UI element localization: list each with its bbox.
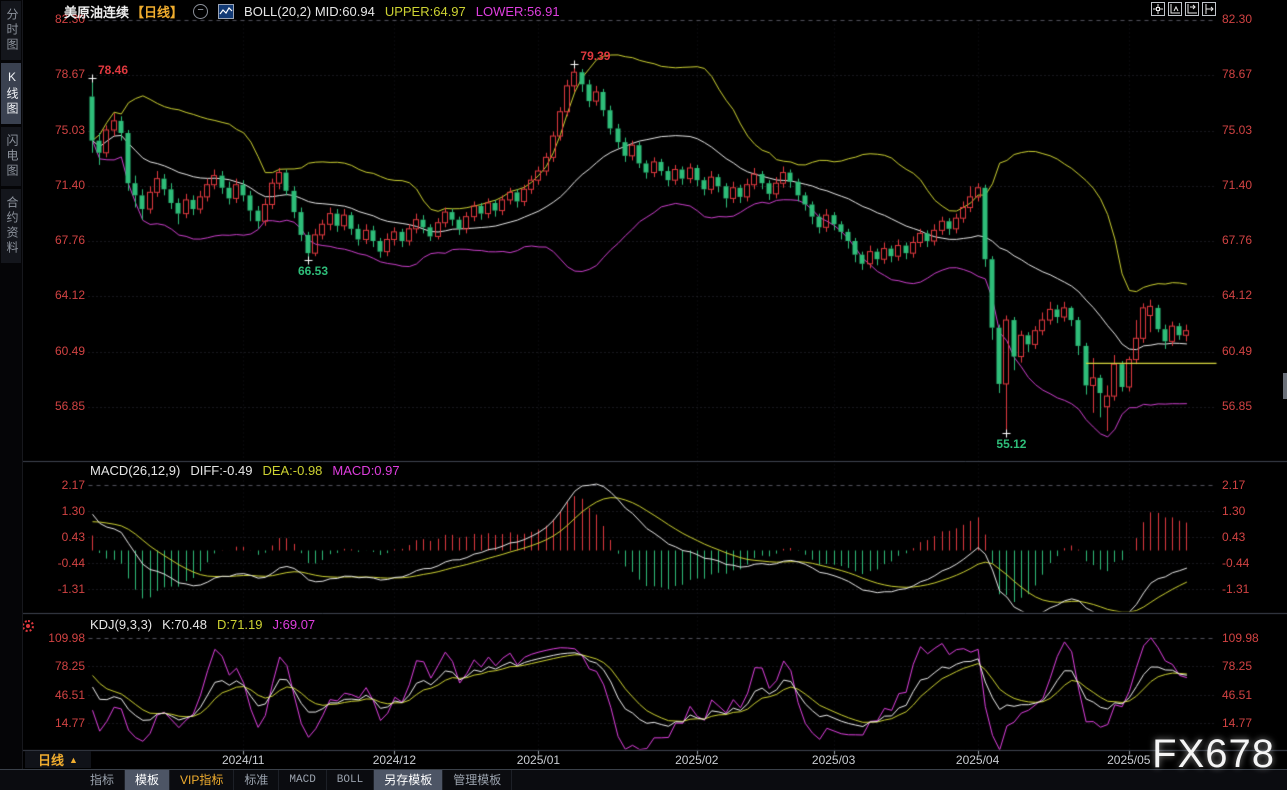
kdj-j-value: J:69.07 [273,617,316,632]
pan-right-icon[interactable] [1202,2,1216,16]
price-axis-label: 64.12 [1222,288,1252,302]
macd-axis-label: -1.31 [1222,582,1249,596]
date-label: 2024/12 [373,753,416,767]
annotation-label: 55.12 [996,437,1026,451]
kdj-axis-label: 46.51 [1222,688,1252,702]
tab-standard[interactable]: 标准 [234,770,279,790]
scrollbar-thumb[interactable] [1283,373,1287,399]
annotation-label: 66.53 [298,264,328,278]
main-chart-header: 美原油连续 【日线】 − BOLL(20,2) MID:60.94 UPPER:… [64,2,570,21]
macd-dea-value: DEA:-0.98 [262,463,322,478]
date-label: 2025/03 [812,753,855,767]
date-label: 2025/05 [1107,753,1150,767]
axis-zoom-in-icon[interactable] [1168,2,1182,16]
kdj-k-value: K:70.48 [162,617,207,632]
kdj-axis-label: 109.98 [1222,631,1259,645]
tab-save-template[interactable]: 另存模板 [374,770,443,790]
price-axis-label: 71.40 [1222,178,1252,192]
price-axis-label: 75.03 [1222,123,1252,137]
price-axis-label: 56.85 [1222,399,1252,413]
macd-header: MACD(26,12,9) DIFF:-0.49 DEA:-0.98 MACD:… [90,463,410,478]
macd-axis-label: 2.17 [1222,478,1245,492]
macd-bar-value: MACD:0.97 [332,463,399,478]
kdj-header: KDJ(9,3,3) K:70.48 D:71.19 J:69.07 [90,617,325,632]
annotation-label: 79.39 [580,49,610,63]
chart-toolbar [1151,2,1216,16]
tab-macd[interactable]: MACD [279,770,326,790]
macd-axis-label: -0.44 [1222,556,1249,570]
macd-axis-label: 1.30 [1222,504,1245,518]
sidebar-item-flash-chart[interactable]: 闪电图 [1,127,21,186]
date-label: 2025/02 [675,753,718,767]
tab-indicators[interactable]: 指标 [80,770,125,790]
app-window: 分时图 K线图闪电图合约资料 美原油连续 【日线】 − BOLL(20,2) MI… [0,0,1287,790]
tab-templates[interactable]: 模板 [125,770,170,790]
macd-axis-label: 0.43 [1222,530,1245,544]
axis-zoom-out-icon[interactable] [1185,2,1199,16]
price-axis-label: 60.49 [1222,344,1252,358]
period-selector[interactable]: 日线 ▲ [25,751,91,768]
chart-canvas[interactable] [0,0,1287,790]
date-label: 2024/11 [222,753,265,767]
macd-title: MACD(26,12,9) [90,463,180,478]
chart-type-sidebar: 分时图 K线图闪电图合约资料 [0,0,23,790]
kdj-title: KDJ(9,3,3) [90,617,152,632]
boll-mid-label: BOLL(20,2) MID:60.94 [244,4,375,19]
annotation-label: 78.46 [98,63,128,77]
crosshair-icon[interactable] [1151,2,1165,16]
boll-lower-label: LOWER:56.91 [476,4,560,19]
collapse-icon[interactable]: − [193,4,208,19]
price-axis-label: 82.30 [1222,12,1252,26]
boll-upper-label: UPPER:64.97 [385,4,466,19]
sidebar-item-kline-chart[interactable]: K线图 [1,63,21,124]
date-label: 2025/01 [517,753,560,767]
kdj-axis-label: 14.77 [1222,716,1252,730]
kdj-d-value: D:71.19 [217,617,263,632]
watermark: FX678 [1152,732,1275,777]
tab-vip-indicators[interactable]: VIP指标 [170,770,234,790]
price-axis-label: 78.67 [1222,67,1252,81]
period-selector-label: 日线 [38,750,64,769]
price-axis-label: 67.76 [1222,233,1252,247]
signal-dot-icon [22,620,34,632]
tab-manage-templates[interactable]: 管理模板 [443,770,512,790]
period-badge: 【日线】 [131,2,183,21]
date-label: 2025/04 [956,753,999,767]
macd-diff-value: DIFF:-0.49 [190,463,252,478]
boll-indicator-icon [218,4,234,19]
sidebar-item-contract-info[interactable]: 合约资料 [1,189,21,263]
tab-boll[interactable]: BOLL [327,770,374,790]
bottom-tab-bar: 指标模板VIP指标标准MACDBOLL另存模板管理模板 [0,769,1287,790]
sidebar-item-timeshare-chart[interactable]: 分时图 [1,1,21,60]
kdj-axis-label: 78.25 [1222,659,1252,673]
symbol-title: 美原油连续 [64,2,129,21]
chevron-up-icon: ▲ [69,755,78,765]
